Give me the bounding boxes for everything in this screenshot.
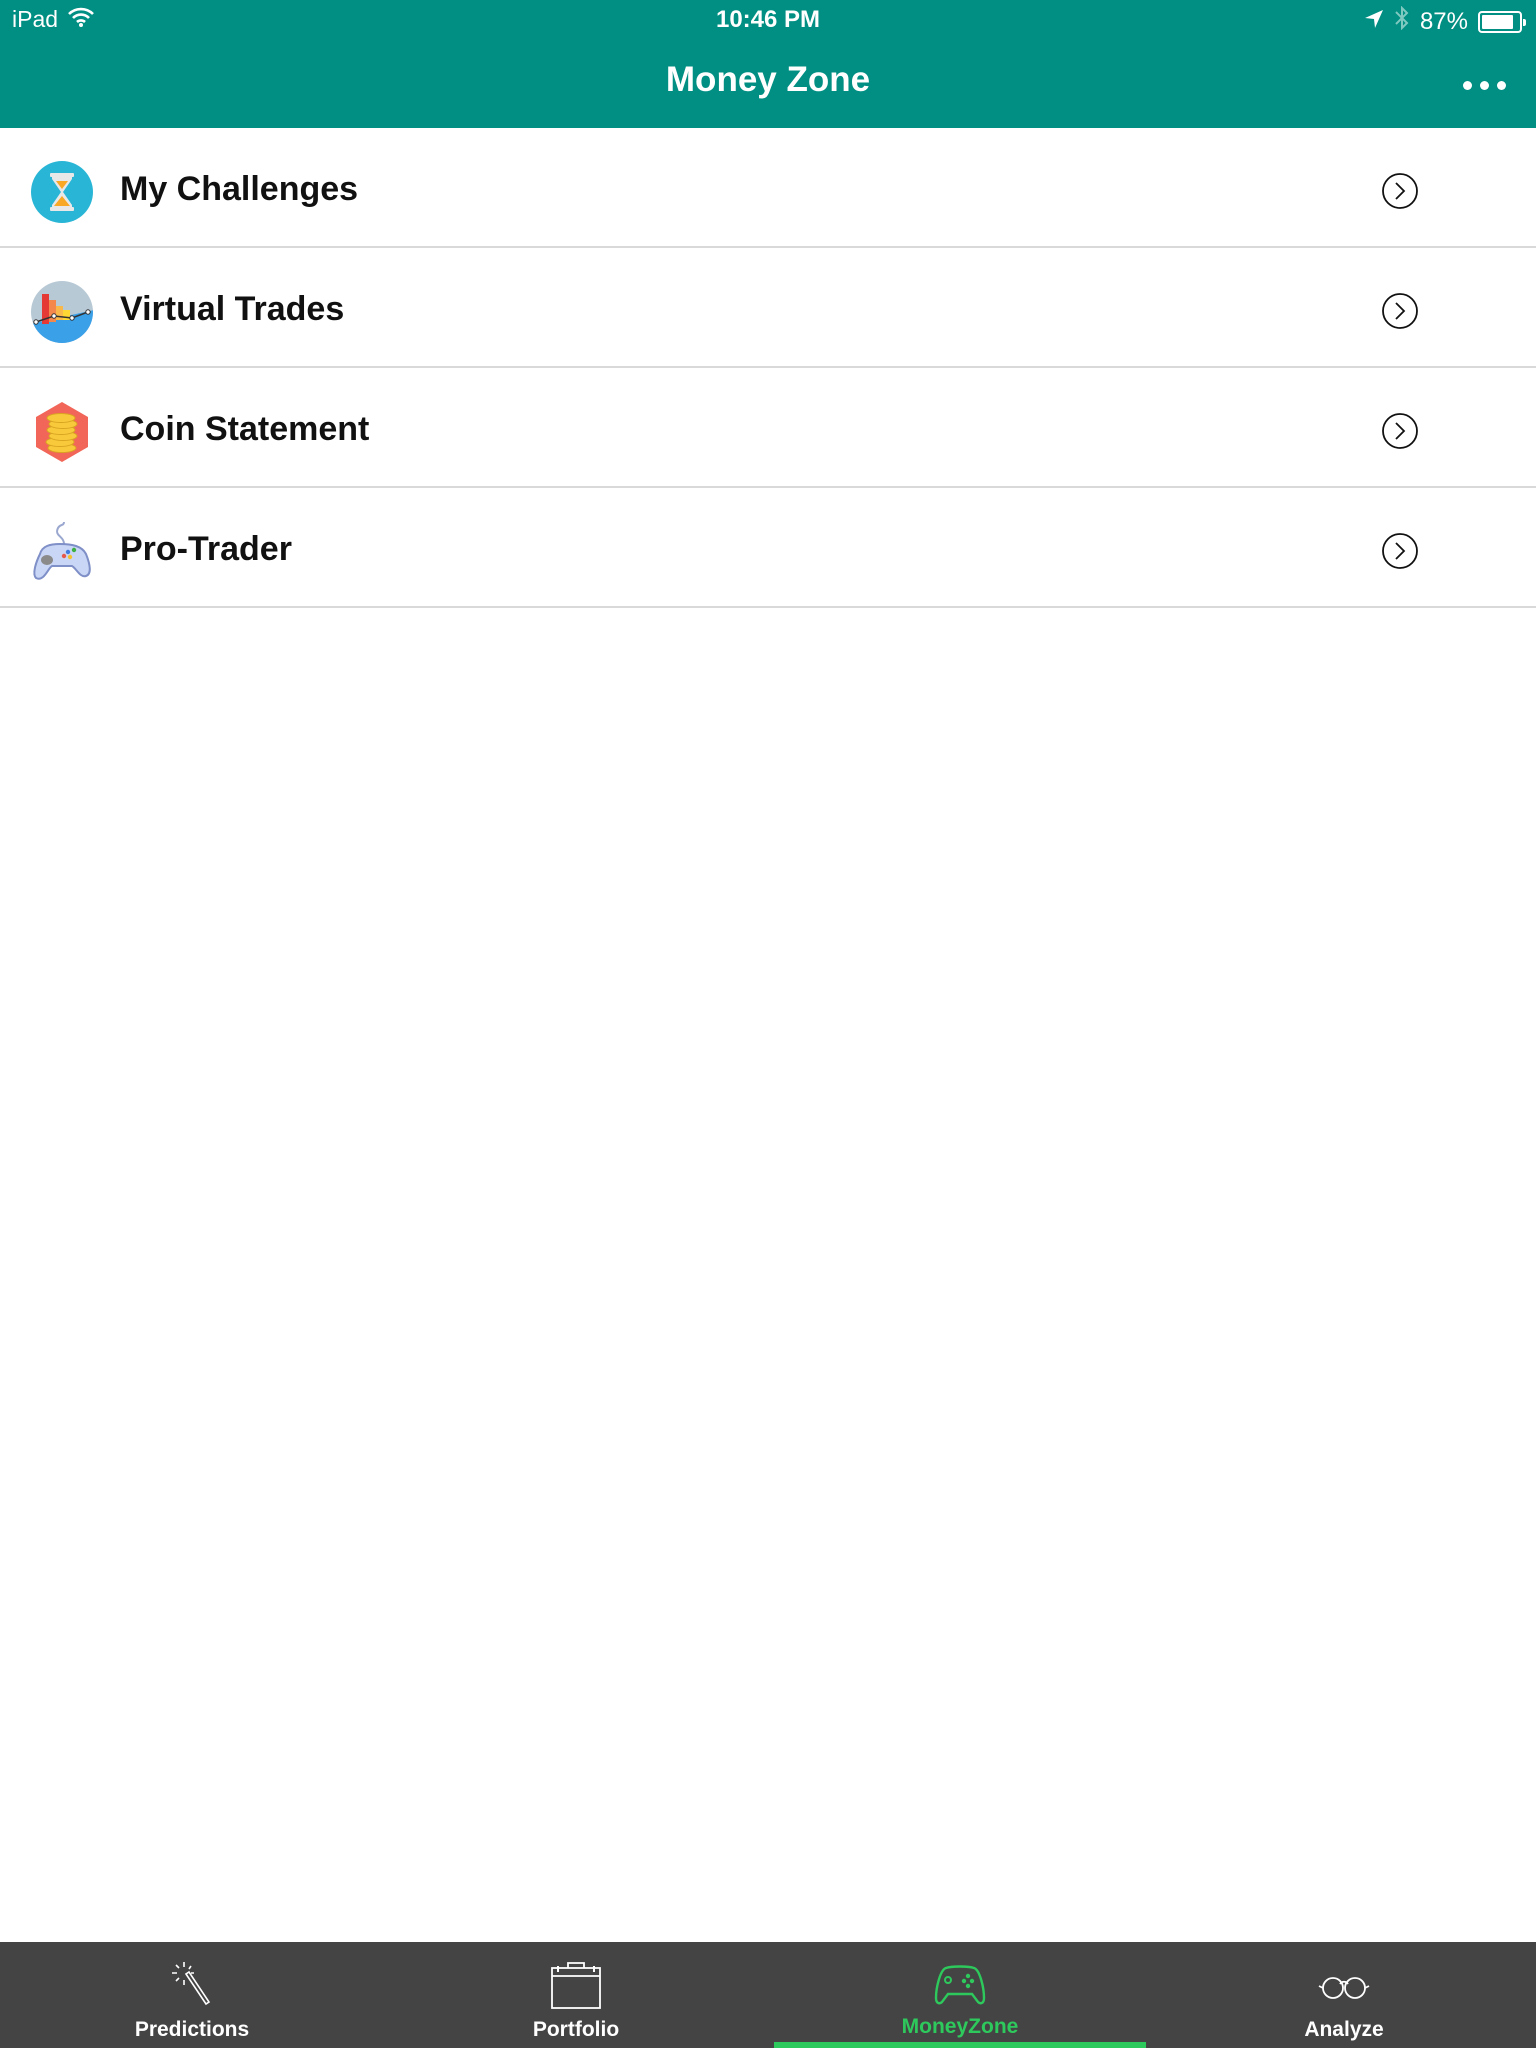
location-arrow-icon xyxy=(1364,8,1384,36)
ellipsis-dot xyxy=(1479,80,1489,90)
chevron-right-circle-icon[interactable] xyxy=(1381,292,1419,330)
menu-item-label: My Challenges xyxy=(120,170,359,208)
tab-bar: Predictions Portfolio MoneyZone Analyze xyxy=(0,1942,1536,2048)
bluetooth-icon xyxy=(1394,5,1410,37)
page-title: Money Zone xyxy=(665,60,871,99)
menu-item-label: Coin Statement xyxy=(120,410,370,448)
more-options-button[interactable] xyxy=(1460,70,1508,100)
tab-predictions[interactable]: Predictions xyxy=(0,1942,384,2048)
money-zone-menu: My Challenges Virtual Trades Coin Statem… xyxy=(0,128,1536,608)
tab-moneyzone[interactable]: MoneyZone xyxy=(768,1942,1152,2048)
battery-level xyxy=(1482,14,1514,29)
ellipsis-dot xyxy=(1462,80,1472,90)
tab-label: Portfolio xyxy=(532,2018,620,2041)
bar-chart-icon xyxy=(30,280,94,344)
status-bar: iPad 10:46 PM 87% xyxy=(0,0,1536,40)
game-controller-icon xyxy=(932,1960,988,2010)
battery-icon xyxy=(1478,10,1526,33)
menu-item-my-challenges[interactable]: My Challenges xyxy=(0,128,1536,248)
briefcase-icon xyxy=(548,1960,604,2010)
menu-item-label: Pro-Trader xyxy=(120,530,292,568)
tab-analyze[interactable]: Analyze xyxy=(1152,1942,1536,2048)
tab-label: Predictions xyxy=(134,2018,250,2041)
coins-icon xyxy=(30,400,94,464)
chevron-right-circle-icon[interactable] xyxy=(1381,532,1419,570)
menu-item-coin-statement[interactable]: Coin Statement xyxy=(0,368,1536,488)
active-tab-indicator xyxy=(774,2042,1146,2048)
chevron-right-circle-icon[interactable] xyxy=(1381,412,1419,450)
status-time: 10:46 PM xyxy=(715,6,821,33)
menu-item-pro-trader[interactable]: Pro-Trader xyxy=(0,488,1536,608)
gamepad-icon xyxy=(30,520,94,584)
menu-item-label: Virtual Trades xyxy=(120,290,345,328)
menu-item-virtual-trades[interactable]: Virtual Trades xyxy=(0,248,1536,368)
tab-label: Analyze xyxy=(1304,2018,1384,2041)
glasses-icon xyxy=(1316,1960,1372,2010)
status-right: 87% xyxy=(1364,5,1526,37)
magic-wand-icon xyxy=(164,1960,220,2010)
tab-label: MoneyZone xyxy=(901,2015,1019,2038)
tab-portfolio[interactable]: Portfolio xyxy=(384,1942,768,2048)
ellipsis-dot xyxy=(1496,80,1506,90)
hourglass-icon xyxy=(30,160,94,224)
app-header: iPad 10:46 PM 87% Money Zone xyxy=(0,0,1536,128)
chevron-right-circle-icon[interactable] xyxy=(1381,172,1419,210)
battery-percent: 87% xyxy=(1419,7,1468,35)
